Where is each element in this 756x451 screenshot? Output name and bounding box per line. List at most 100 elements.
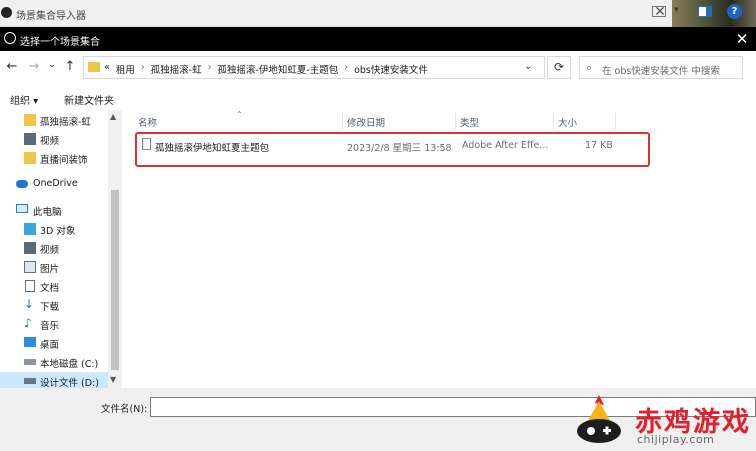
video-folder-icon [24, 242, 36, 254]
dialog-title: 选择一个场景集合 [20, 37, 100, 48]
chicken-logo-icon [577, 395, 621, 443]
new-folder-button[interactable]: 新建文件夹 [64, 92, 114, 107]
address-bar[interactable]: « 租用 › 孤独摇滚-虹 › 孤独摇滚-伊地知虹夏-主题包 › obs快速安装… [83, 56, 545, 79]
nav-item-label: 设计文件 (D:) [40, 378, 99, 388]
breadcrumb-item[interactable]: obs快速安装文件 [354, 62, 428, 76]
file-icon [142, 138, 151, 150]
column-divider[interactable] [342, 113, 343, 129]
pictures-icon [24, 261, 36, 273]
nav-item-folder-gudu-hong[interactable]: 孤独摇滚-虹 [0, 111, 108, 130]
nav-item-label: 此电脑 [33, 207, 62, 218]
nav-item-label: 桌面 [40, 340, 60, 351]
help-icon[interactable]: ? [727, 4, 742, 19]
up-arrow-icon[interactable]: ↑ [62, 59, 78, 75]
forward-arrow-icon[interactable]: → [26, 59, 42, 75]
nav-item-label: 3D 对象 [40, 226, 76, 237]
file-name[interactable]: 孤独摇滚伊地知虹夏主题包 [155, 140, 269, 154]
nav-item-pictures[interactable]: 图片 [0, 258, 108, 277]
file-type: Adobe After Effe... [462, 140, 549, 151]
nav-item-videos-2[interactable]: 视频 [0, 239, 108, 258]
watermark-url: chijiplay.com [637, 433, 715, 446]
back-arrow-icon[interactable]: ← [4, 59, 20, 75]
cube-icon [24, 223, 36, 235]
nav-item-music[interactable]: ♪ 音乐 [0, 315, 108, 334]
background-window-titlebar: 场景集合导入器 ✕ [0, 0, 756, 27]
breadcrumb-item[interactable]: 孤独摇滚-伊地知虹夏-主题包 [217, 62, 338, 76]
folder-icon [88, 62, 100, 72]
desktop-icon [24, 337, 36, 347]
column-divider[interactable] [553, 113, 554, 129]
nav-item-label: 视频 [40, 245, 60, 256]
documents-icon [25, 280, 35, 292]
column-header-name[interactable]: 名称 [138, 115, 157, 129]
organize-menu-button[interactable]: 组织 ▾ [10, 92, 38, 107]
dialog-titlebar: 选择一个场景集合 ✕ [0, 27, 756, 51]
column-header-size[interactable]: 大小 [558, 115, 577, 129]
breadcrumb-item[interactable]: 租用 [116, 62, 135, 76]
cloud-icon [16, 180, 28, 188]
chevron-right-icon: › [344, 62, 349, 73]
nav-item-label: 音乐 [40, 321, 60, 332]
nav-item-stream-decor[interactable]: 直播间装饰 [0, 149, 108, 168]
obs-dialog-icon [4, 32, 16, 44]
nav-item-drive-c[interactable]: 本地磁盘 (C:) [0, 353, 108, 372]
nav-item-label: 文档 [40, 283, 60, 294]
column-divider[interactable] [455, 113, 456, 129]
scroll-down-icon[interactable]: ▼ [110, 375, 116, 384]
background-window-title: 场景集合导入器 [16, 11, 86, 22]
nav-item-label: 孤独摇滚-虹 [40, 117, 91, 128]
computer-icon [16, 204, 28, 213]
command-toolbar: 组织 ▾ 新建文件夹 [0, 86, 756, 110]
view-options-icon[interactable] [652, 6, 666, 17]
nav-item-label: 图片 [40, 264, 60, 275]
nav-item-documents[interactable]: 文档 [0, 277, 108, 296]
scroll-up-icon[interactable]: ▲ [110, 112, 116, 121]
nav-item-desktop[interactable]: 桌面 [0, 334, 108, 353]
folder-icon [24, 152, 36, 164]
obs-app-icon [1, 7, 12, 18]
chevron-right-icon: › [140, 62, 145, 73]
chevron-right-icon: › [207, 62, 212, 73]
column-header-type[interactable]: 类型 [460, 115, 479, 129]
search-input[interactable]: ⌕ 在 obs快速安装文件 中搜索 [579, 56, 743, 79]
nav-item-label: 直播间装饰 [40, 155, 88, 166]
nav-item-label: OneDrive [33, 178, 78, 189]
search-icon: ⌕ [586, 61, 593, 74]
scroll-thumb[interactable] [111, 190, 119, 370]
video-folder-icon [24, 133, 36, 145]
breadcrumb-overflow[interactable]: « [104, 62, 110, 76]
sort-ascending-icon: ⌃ [236, 110, 243, 119]
nav-item-this-pc[interactable]: 此电脑 [0, 201, 108, 220]
refresh-button[interactable]: ⟳ [547, 56, 571, 79]
nav-item-drive-d[interactable]: 设计文件 (D:) [0, 372, 108, 388]
column-divider[interactable] [615, 113, 616, 129]
recent-locations-icon[interactable]: ⌄ [44, 57, 60, 73]
filename-label: 文件名(N): [101, 404, 148, 415]
chevron-down-icon[interactable]: ⌄ [524, 61, 532, 72]
search-placeholder: 在 obs快速安装文件 中搜索 [602, 66, 720, 77]
nav-item-videos[interactable]: 视频 [0, 130, 108, 149]
view-dropdown-icon[interactable]: ▾ [674, 5, 679, 15]
nav-scrollbar[interactable]: ▲ ▼ [108, 110, 122, 388]
watermark: 赤鸡游戏 chijiplay.com [565, 383, 756, 451]
drive-icon [24, 359, 36, 365]
nav-item-label: 下载 [40, 302, 60, 313]
nav-item-onedrive[interactable]: OneDrive [0, 175, 108, 194]
nav-item-label: 视频 [40, 136, 60, 147]
breadcrumb-item[interactable]: 孤独摇滚-虹 [151, 62, 202, 76]
nav-item-label: 本地磁盘 (C:) [40, 359, 99, 370]
folder-icon [24, 114, 36, 126]
download-icon: ↓ [24, 297, 35, 311]
breadcrumb: « 租用 › 孤独摇滚-虹 › 孤独摇滚-伊地知虹夏-主题包 › obs快速安装… [104, 62, 428, 76]
drive-icon [24, 378, 36, 384]
column-header-modified[interactable]: 修改日期 [347, 115, 385, 129]
background-desktop-strip [672, 0, 756, 27]
dialog-close-button[interactable]: ✕ [734, 30, 750, 48]
navigation-pane: 孤独摇滚-虹 视频 直播间装饰 OneDrive 此电脑 3D 对象 视频 图片… [0, 110, 122, 388]
file-modified: 2023/2/8 星期三 13:58 [347, 143, 452, 154]
nav-item-downloads[interactable]: ↓ 下载 [0, 296, 108, 315]
file-size: 17 KB [585, 140, 613, 151]
preview-pane-icon[interactable] [698, 6, 712, 17]
music-icon: ♪ [24, 316, 32, 330]
nav-item-3d-objects[interactable]: 3D 对象 [0, 220, 108, 239]
